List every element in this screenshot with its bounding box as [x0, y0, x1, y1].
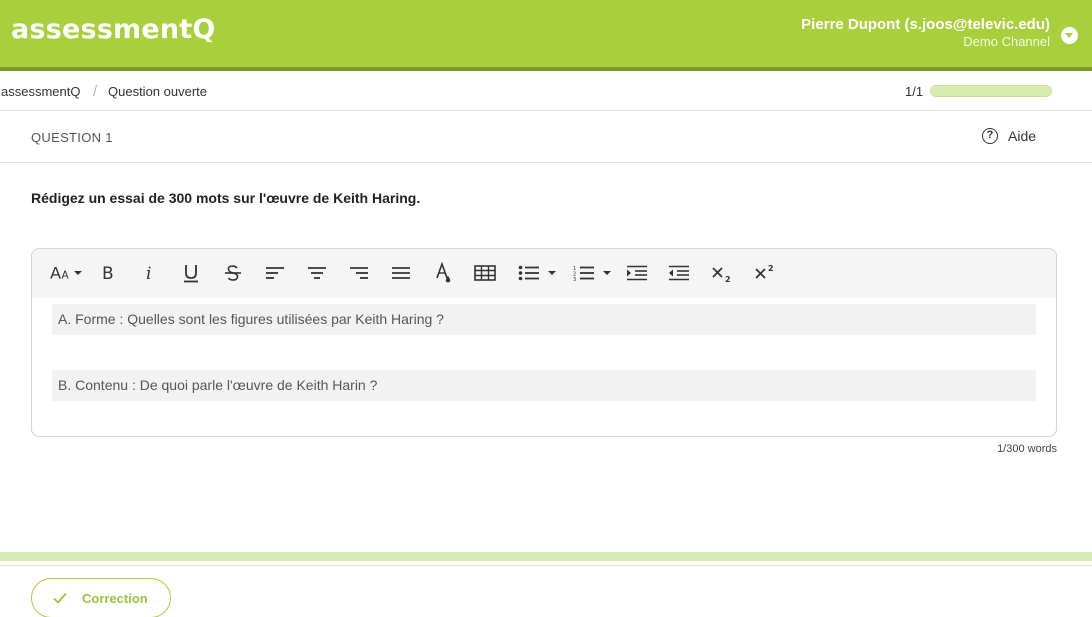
top-bar: assessmentQ Pierre Dupont (s.joos@televi… [0, 0, 1092, 67]
editor-paragraph[interactable]: B. Contenu : De quoi parle l'œuvre de Ke… [52, 370, 1036, 401]
question-prompt: Rédigez un essai de 300 mots sur l'œuvre… [31, 190, 421, 206]
editor-toolbar: AA B i 1 2 3 2 2 [32, 249, 1056, 298]
correction-label: Correction [82, 590, 148, 606]
question-number: QUESTION 1 [31, 130, 113, 145]
align-right-icon[interactable] [347, 261, 371, 285]
footer-divider [0, 565, 1092, 566]
app-logo[interactable]: assessmentQ [11, 14, 216, 45]
word-count: 1/300 words [997, 443, 1057, 455]
align-center-icon[interactable] [305, 261, 329, 285]
font-size-icon[interactable]: AA [50, 261, 82, 285]
svg-text:i: i [146, 264, 151, 282]
progress-bar-fill [931, 86, 1051, 96]
svg-text:A: A [50, 264, 61, 282]
breadcrumb-current: Question ouverte [108, 84, 208, 99]
breadcrumb-root-link[interactable]: assessmentQ [1, 84, 80, 99]
breadcrumb-separator: / [93, 83, 98, 100]
check-icon [53, 592, 67, 604]
svg-text:2: 2 [768, 264, 774, 273]
align-left-icon[interactable] [263, 261, 287, 285]
question-header: QUESTION 1 ? Aide [0, 112, 1092, 163]
channel-name: Demo Channel [963, 34, 1050, 49]
help-button[interactable]: ? Aide [982, 128, 1036, 144]
chevron-down-icon[interactable] [1061, 27, 1078, 44]
user-name: Pierre Dupont (s.joos@televic.edu) [801, 16, 1050, 33]
align-justify-icon[interactable] [389, 261, 413, 285]
editor-content[interactable]: A. Forme : Quelles sont les figures util… [32, 298, 1056, 436]
bullet-list-icon[interactable] [515, 261, 559, 285]
help-label: Aide [1008, 128, 1037, 144]
bold-icon[interactable]: B [96, 261, 120, 285]
italic-icon[interactable]: i [138, 261, 162, 285]
table-icon[interactable] [473, 261, 497, 285]
help-circle-icon: ? [982, 128, 998, 144]
svg-text:2: 2 [725, 275, 731, 282]
correction-button[interactable]: Correction [31, 578, 171, 617]
breadcrumb: assessmentQ / Question ouverte 1/1 [0, 71, 1092, 111]
rich-text-editor: AA B i 1 2 3 2 2 A. Forme: Quelles sont… [31, 248, 1057, 437]
user-info[interactable]: Pierre Dupont (s.joos@televic.edu) Demo … [801, 15, 1050, 49]
outdent-icon[interactable] [667, 261, 691, 285]
strikethrough-icon[interactable] [221, 261, 245, 285]
superscript-icon[interactable]: 2 [752, 261, 778, 285]
svg-text:3: 3 [573, 277, 576, 281]
text-color-icon[interactable] [431, 261, 455, 285]
footer-band [0, 552, 1092, 561]
progress-counter: 1/1 [905, 84, 924, 99]
svg-text:A: A [61, 270, 69, 282]
indent-icon[interactable] [625, 261, 649, 285]
subscript-icon[interactable]: 2 [709, 261, 735, 285]
underline-icon[interactable] [179, 261, 203, 285]
editor-paragraph[interactable]: A. Forme : Quelles sont les figures util… [52, 304, 1036, 335]
svg-text:B: B [102, 264, 114, 282]
progress-bar [930, 85, 1052, 97]
numbered-list-icon[interactable]: 123 [570, 261, 614, 285]
